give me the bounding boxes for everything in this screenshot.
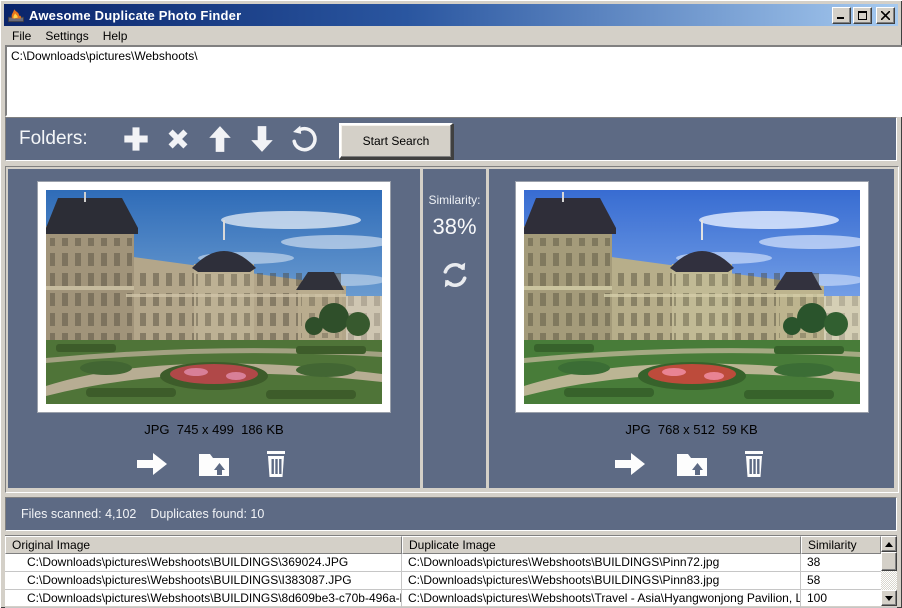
- delete-icon[interactable]: [259, 449, 293, 479]
- original-photo-meta: JPG 745 x 499 186 KB: [8, 422, 420, 437]
- cell-similarity[interactable]: 58: [801, 572, 881, 589]
- table-row[interactable]: C:\Downloads\pictures\Webshoots\BUILDING…: [5, 554, 897, 572]
- delete-icon[interactable]: [737, 449, 771, 479]
- scroll-down-icon: [885, 596, 893, 601]
- table-row[interactable]: C:\Downloads\pictures\Webshoots\BUILDING…: [5, 590, 897, 608]
- compare-panel: JPG 745 x 499 186 KB Similarity: 38%: [5, 166, 899, 493]
- duplicate-photo-actions: [489, 449, 894, 479]
- similarity-label: Similarity:: [423, 193, 486, 207]
- scroll-thumb[interactable]: [881, 552, 897, 571]
- scroll-up-icon: [885, 542, 893, 547]
- add-folder-icon[interactable]: [121, 124, 151, 154]
- move-to-folder-icon[interactable]: [675, 449, 709, 479]
- menu-bar: File Settings Help: [5, 27, 897, 44]
- files-scanned-text: Files scanned: 4,102: [21, 507, 136, 521]
- duplicate-photo-image: [524, 190, 860, 404]
- title-bar: Awesome Duplicate Photo Finder: [4, 4, 898, 26]
- move-up-icon[interactable]: [205, 124, 235, 154]
- scroll-down-button[interactable]: [881, 590, 897, 606]
- menu-settings[interactable]: Settings: [38, 28, 95, 44]
- window-title: Awesome Duplicate Photo Finder: [29, 8, 241, 23]
- original-photo-image: [46, 190, 382, 404]
- maximize-button[interactable]: [853, 7, 872, 24]
- duplicate-photo-meta: JPG 768 x 512 59 KB: [489, 422, 894, 437]
- similarity-strip: Similarity: 38%: [423, 169, 486, 488]
- table-header-row: Original Image Duplicate Image Similarit…: [5, 536, 897, 554]
- menu-help[interactable]: Help: [96, 28, 135, 44]
- cell-duplicate[interactable]: C:\Downloads\pictures\Webshoots\BUILDING…: [402, 572, 801, 589]
- duplicate-photo-panel: JPG 768 x 512 59 KB: [489, 169, 894, 488]
- window-controls: [832, 7, 895, 24]
- table-scrollbar[interactable]: [881, 536, 897, 606]
- sync-arrows-icon[interactable]: [440, 260, 470, 290]
- remove-folder-icon[interactable]: [163, 124, 193, 154]
- move-to-folder-icon[interactable]: [197, 449, 231, 479]
- cell-original[interactable]: C:\Downloads\pictures\Webshoots\BUILDING…: [5, 572, 402, 589]
- column-header-similarity[interactable]: Similarity: [801, 536, 881, 554]
- cell-duplicate[interactable]: C:\Downloads\pictures\Webshoots\Travel -…: [402, 590, 801, 607]
- folders-toolbar: Folders: Start Search: [5, 117, 897, 161]
- menu-file[interactable]: File: [5, 28, 38, 44]
- folder-list-box[interactable]: C:\Downloads\pictures\Webshoots\: [5, 45, 902, 117]
- app-flame-icon: [7, 7, 25, 23]
- cell-similarity[interactable]: 100: [801, 590, 881, 607]
- app-window: { "window": { "title": "Awesome Duplicat…: [0, 0, 902, 608]
- minimize-button[interactable]: [832, 7, 851, 24]
- refresh-icon[interactable]: [289, 124, 319, 154]
- status-bar: Files scanned: 4,102 Duplicates found: 1…: [5, 497, 897, 531]
- original-photo-actions: [8, 449, 420, 479]
- cell-similarity[interactable]: 38: [801, 554, 881, 571]
- results-table: Original Image Duplicate Image Similarit…: [5, 535, 897, 606]
- column-header-duplicate[interactable]: Duplicate Image: [402, 536, 801, 554]
- duplicates-found-text: Duplicates found: 10: [150, 507, 264, 521]
- move-down-icon[interactable]: [247, 124, 277, 154]
- cell-original[interactable]: C:\Downloads\pictures\Webshoots\BUILDING…: [5, 554, 402, 571]
- folder-tool-icons: [121, 124, 319, 154]
- similarity-value: 38%: [423, 214, 486, 240]
- duplicate-photo[interactable]: [515, 181, 869, 413]
- move-arrow-icon[interactable]: [135, 449, 169, 479]
- move-arrow-icon[interactable]: [613, 449, 647, 479]
- column-header-original[interactable]: Original Image: [5, 536, 402, 554]
- start-search-button[interactable]: Start Search: [339, 123, 453, 159]
- folders-label: Folders:: [19, 128, 105, 150]
- table-row[interactable]: C:\Downloads\pictures\Webshoots\BUILDING…: [5, 572, 897, 590]
- close-button[interactable]: [876, 7, 895, 24]
- original-photo[interactable]: [37, 181, 391, 413]
- scroll-up-button[interactable]: [881, 536, 897, 552]
- cell-duplicate[interactable]: C:\Downloads\pictures\Webshoots\BUILDING…: [402, 554, 801, 571]
- cell-original[interactable]: C:\Downloads\pictures\Webshoots\BUILDING…: [5, 590, 402, 607]
- original-photo-panel: JPG 745 x 499 186 KB: [8, 169, 420, 488]
